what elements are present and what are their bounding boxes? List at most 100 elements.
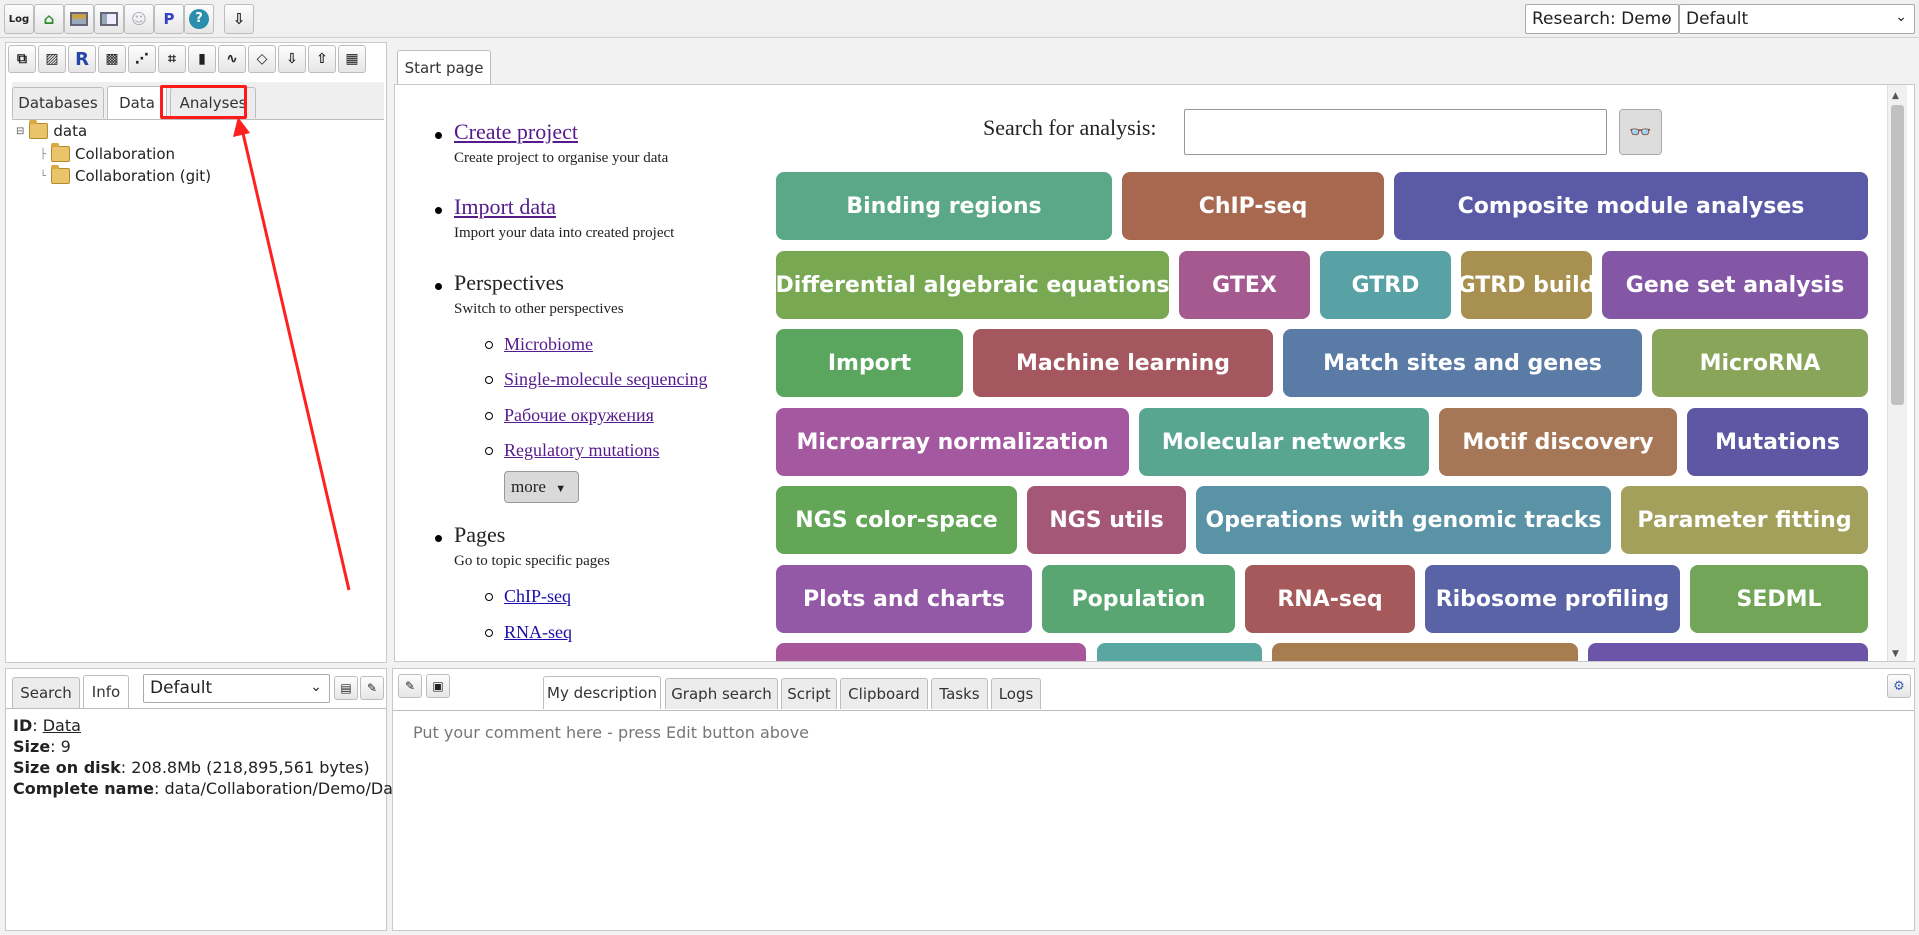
analysis-tile-partial[interactable] bbox=[1588, 643, 1868, 661]
scrollbar[interactable]: ▲ ▼ bbox=[1887, 85, 1907, 661]
analysis-tile-ribosome-profiling[interactable]: Ribosome profiling bbox=[1425, 565, 1680, 633]
analysis-tile-gtrd-build[interactable]: GTRD build bbox=[1458, 251, 1595, 319]
analysis-tile-ngs-utils[interactable]: NGS utils bbox=[1027, 486, 1186, 554]
analysis-tile-sedml[interactable]: SEDML bbox=[1690, 565, 1868, 633]
analysis-tile-rna-seq[interactable]: RNA-seq bbox=[1245, 565, 1415, 633]
analysis-tile-composite-module-analyses[interactable]: Composite module analyses bbox=[1394, 172, 1868, 240]
copy-icon[interactable]: ⧉ bbox=[8, 45, 36, 73]
analysis-tile-partial[interactable] bbox=[776, 643, 1086, 661]
analysis-tile-gtrd[interactable]: GTRD bbox=[1320, 251, 1451, 319]
tab-start-page[interactable]: Start page bbox=[397, 50, 491, 85]
log-icon[interactable]: Log bbox=[4, 4, 34, 34]
analysis-tile-label: ChIP-seq bbox=[1198, 193, 1308, 219]
analysis-tile-label: RNA-seq bbox=[1277, 586, 1383, 612]
edit-icon[interactable]: ✎ bbox=[360, 676, 384, 700]
diagram-icon[interactable]: ⌗ bbox=[158, 45, 186, 73]
clipboard-icon[interactable]: ▦ bbox=[338, 45, 366, 73]
export-icon[interactable]: ⇩ bbox=[224, 4, 254, 34]
analysis-tile-partial[interactable] bbox=[1272, 643, 1578, 661]
perspective-link-regulatory[interactable]: Regulatory mutations bbox=[504, 440, 659, 461]
help-icon[interactable]: ? bbox=[184, 4, 214, 34]
analysis-tile-operations-with-genomic-tracks[interactable]: Operations with genomic tracks bbox=[1196, 486, 1611, 554]
collapse-icon[interactable]: ⊟ bbox=[16, 126, 24, 137]
perspective-link-workspaces[interactable]: Рабочие окружения bbox=[504, 405, 654, 426]
analysis-tile-label: Molecular networks bbox=[1161, 429, 1407, 455]
analysis-tile-microarray-normalization[interactable]: Microarray normalization bbox=[776, 408, 1129, 476]
analysis-tile-motif-discovery[interactable]: Motif discovery bbox=[1439, 408, 1677, 476]
analysis-tile-gtex[interactable]: GTEX bbox=[1179, 251, 1310, 319]
chart-icon[interactable]: ∿ bbox=[218, 45, 246, 73]
scroll-down-icon[interactable]: ▼ bbox=[1892, 649, 1899, 659]
tree-label: data bbox=[53, 122, 88, 140]
perspective-link-microbiome[interactable]: Microbiome bbox=[504, 334, 593, 355]
tab-tasks[interactable]: Tasks bbox=[931, 678, 988, 709]
tab-databases[interactable]: Databases bbox=[12, 87, 104, 118]
analysis-tile-binding-regions[interactable]: Binding regions bbox=[776, 172, 1112, 240]
edit-icon[interactable]: ✎ bbox=[398, 674, 422, 698]
analysis-tile-import[interactable]: Import bbox=[776, 329, 963, 397]
analysis-tile-plots-and-charts[interactable]: Plots and charts bbox=[776, 565, 1032, 633]
folder-icon[interactable]: ▮ bbox=[188, 45, 216, 73]
analysis-tile-differential-algebraic-equations[interactable]: Differential algebraic equations bbox=[776, 251, 1169, 319]
analysis-tile-partial[interactable] bbox=[1097, 643, 1262, 661]
bullet-icon bbox=[435, 535, 442, 542]
document-icon[interactable]: ▤ bbox=[334, 676, 358, 700]
tab-info[interactable]: Info bbox=[83, 675, 129, 708]
scroll-up-icon[interactable]: ▲ bbox=[1892, 91, 1899, 101]
page-link-chip-seq[interactable]: ChIP-seq bbox=[504, 586, 571, 607]
diamond-icon[interactable]: ◇ bbox=[248, 45, 276, 73]
info-view-select[interactable]: Default ⌄ bbox=[143, 674, 330, 703]
analysis-tile-microrna[interactable]: MicroRNA bbox=[1652, 329, 1868, 397]
p-icon[interactable]: P bbox=[154, 4, 184, 34]
layout-icon[interactable] bbox=[64, 4, 94, 34]
scrollbar-thumb[interactable] bbox=[1891, 105, 1904, 405]
upload-icon[interactable]: ⇧ bbox=[308, 45, 336, 73]
download-icon[interactable]: ⇩ bbox=[278, 45, 306, 73]
analysis-tile-molecular-networks[interactable]: Molecular networks bbox=[1139, 408, 1429, 476]
tab-logs[interactable]: Logs bbox=[991, 678, 1041, 709]
analysis-tile-mutations[interactable]: Mutations bbox=[1687, 408, 1868, 476]
home-icon[interactable]: ⌂ bbox=[34, 4, 64, 34]
analysis-tile-parameter-fitting[interactable]: Parameter fitting bbox=[1621, 486, 1868, 554]
analysis-search-input[interactable] bbox=[1184, 109, 1607, 155]
user-icon[interactable]: ☺ bbox=[124, 4, 154, 34]
annotation-arrow bbox=[233, 117, 351, 591]
save-icon[interactable]: ▣ bbox=[426, 674, 450, 698]
tab-clipboard[interactable]: Clipboard bbox=[840, 678, 928, 709]
info-id-link[interactable]: Data bbox=[43, 716, 81, 735]
tree-item-collaboration[interactable]: ├ Collaboration bbox=[40, 143, 175, 163]
page-link-rna-seq[interactable]: RNA-seq bbox=[504, 622, 572, 643]
research-select[interactable]: Research: Demo ⌄ bbox=[1525, 4, 1679, 34]
image2-icon[interactable]: ▩ bbox=[98, 45, 126, 73]
analysis-tile-chip-seq[interactable]: ChIP-seq bbox=[1122, 172, 1384, 240]
analysis-tile-ngs-color-space[interactable]: NGS color-space bbox=[776, 486, 1017, 554]
analysis-tile-match-sites-and-genes[interactable]: Match sites and genes bbox=[1283, 329, 1642, 397]
analysis-tile-label: NGS utils bbox=[1049, 507, 1164, 533]
tab-search[interactable]: Search bbox=[12, 677, 80, 708]
circle-bullet-icon bbox=[485, 376, 493, 384]
panel-icon[interactable] bbox=[94, 4, 124, 34]
more-button[interactable]: more ▼ bbox=[504, 471, 579, 503]
graph-icon[interactable]: ⋰ bbox=[128, 45, 156, 73]
import-data-link[interactable]: Import data bbox=[454, 194, 556, 220]
analysis-tile-machine-learning[interactable]: Machine learning bbox=[973, 329, 1273, 397]
bullet-icon bbox=[435, 207, 442, 214]
tab-graph-search[interactable]: Graph search bbox=[665, 678, 778, 709]
binoculars-icon[interactable]: 👓 bbox=[1619, 109, 1662, 155]
analysis-tile-gene-set-analysis[interactable]: Gene set analysis bbox=[1602, 251, 1868, 319]
analysis-tile-population[interactable]: Population bbox=[1042, 565, 1235, 633]
import-data-desc: Import your data into created project bbox=[454, 225, 675, 241]
create-project-link[interactable]: Create project bbox=[454, 119, 578, 145]
perspective-select[interactable]: Default ⌄ bbox=[1679, 4, 1915, 34]
tab-data[interactable]: Data bbox=[107, 86, 167, 119]
perspective-link-single-molecule[interactable]: Single-molecule sequencing bbox=[504, 369, 707, 390]
repository-toolbar: ⧉ ▨ R ▩ ⋰ ⌗ ▮ ∿ ◇ ⇩ ⇧ ▦ bbox=[8, 45, 384, 77]
tree-item-collaboration-git[interactable]: └ Collaboration (git) bbox=[40, 165, 211, 185]
image-icon[interactable]: ▨ bbox=[38, 45, 66, 73]
tree-item-data[interactable]: ⊟ data bbox=[16, 120, 88, 140]
tab-my-description[interactable]: My description bbox=[543, 676, 661, 709]
r-icon[interactable]: R bbox=[68, 45, 96, 73]
gear-icon[interactable]: ⚙ bbox=[1887, 674, 1911, 698]
folder-icon bbox=[51, 165, 71, 184]
tab-script[interactable]: Script bbox=[781, 678, 837, 709]
